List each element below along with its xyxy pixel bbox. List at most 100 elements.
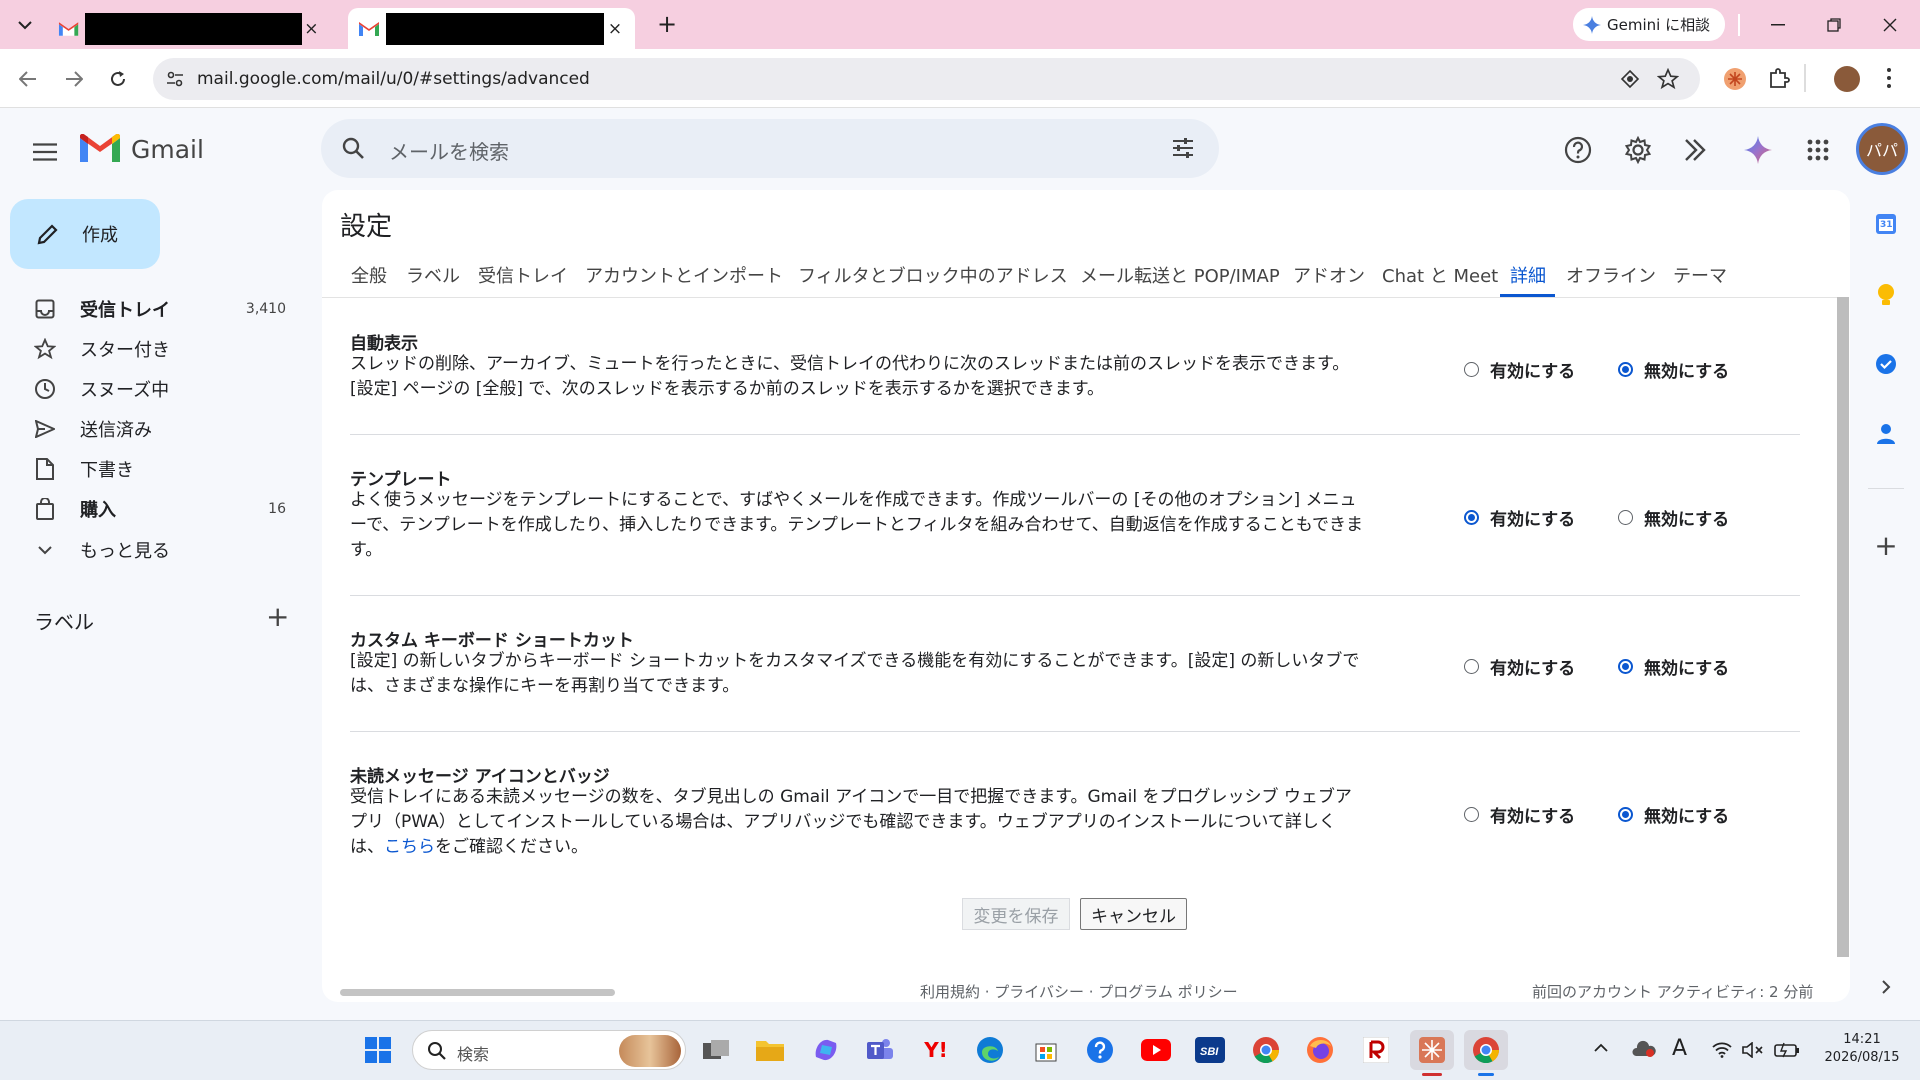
windows-start-icon[interactable] (358, 1030, 398, 1070)
tab-inbox[interactable]: 受信トレイ (478, 262, 568, 288)
site-info-icon[interactable] (165, 69, 185, 89)
extensions-puzzle-icon[interactable] (1767, 66, 1791, 90)
radio-disable-templates[interactable]: 無効にする (1618, 505, 1729, 530)
forward-arrow-icon[interactable] (54, 59, 94, 99)
tray-overflow-chevron-icon[interactable] (1594, 1043, 1608, 1053)
main-menu-icon[interactable] (24, 131, 66, 173)
wifi-icon[interactable] (1712, 1042, 1732, 1058)
search-icon[interactable] (341, 136, 365, 160)
microsoft-store-icon[interactable] (1026, 1030, 1066, 1070)
gemini-features-icon[interactable] (1674, 128, 1718, 172)
sidebar-item-more[interactable]: もっと見る (0, 530, 300, 570)
ime-mode-indicator[interactable]: A (1672, 1036, 1687, 1061)
close-window-button[interactable] (1862, 0, 1918, 49)
radio-button[interactable] (1464, 659, 1479, 674)
account-avatar[interactable]: パパ (1856, 123, 1908, 175)
radio-disable-unread-badge[interactable]: 無効にする (1618, 802, 1729, 827)
add-addon-button[interactable]: + (1871, 529, 1901, 562)
tab-addons[interactable]: アドオン (1293, 262, 1365, 288)
restore-button[interactable] (1806, 0, 1862, 49)
footer-links[interactable]: 利用規約 · プライバシー · プログラム ポリシー (920, 981, 1238, 1002)
copilot-icon[interactable] (806, 1030, 846, 1070)
mail-search-bar[interactable]: メールを検索 (321, 119, 1219, 178)
radio-button-selected[interactable] (1618, 362, 1633, 377)
radio-button-selected[interactable] (1464, 510, 1479, 525)
firefox-icon[interactable] (1300, 1030, 1340, 1070)
tab-accounts-import[interactable]: アカウントとインポート (585, 262, 783, 288)
browser-menu-icon[interactable] (1886, 66, 1892, 90)
radio-disable-auto-advance[interactable]: 無効にする (1618, 357, 1729, 382)
sidebar-item-inbox[interactable]: 受信トレイ 3,410 (0, 289, 300, 329)
taskbar-search[interactable]: 検索 (412, 1030, 686, 1070)
profile-avatar-small[interactable] (1834, 66, 1860, 92)
search-options-icon[interactable] (1171, 136, 1195, 160)
radio-button[interactable] (1618, 510, 1633, 525)
radio-disable-custom-shortcuts[interactable]: 無効にする (1618, 654, 1729, 679)
settings-gear-icon[interactable] (1616, 128, 1660, 172)
contacts-person-icon[interactable] (1871, 419, 1901, 449)
sidebar-item-starred[interactable]: スター付き (0, 329, 300, 369)
task-view-icon[interactable] (696, 1030, 736, 1070)
tab-close-icon[interactable]: × (302, 19, 321, 39)
gmail-logo[interactable]: Gmail (80, 134, 204, 164)
help-icon[interactable] (1556, 128, 1600, 172)
radio-enable-custom-shortcuts[interactable]: 有効にする (1464, 654, 1575, 679)
battery-icon[interactable] (1774, 1042, 1800, 1058)
yahoo-icon[interactable]: Y! (916, 1030, 956, 1070)
taskbar-clock[interactable]: 14:21 2026/08/15 (1812, 1031, 1912, 1067)
tab-filters-blocked[interactable]: フィルタとブロック中のアドレス (798, 262, 1068, 288)
tab-search-chevron-icon[interactable] (10, 10, 40, 40)
file-explorer-icon[interactable] (750, 1030, 790, 1070)
rakuten-icon[interactable] (1356, 1030, 1396, 1070)
cancel-button[interactable]: キャンセル (1080, 898, 1187, 930)
save-changes-button[interactable]: 変更を保存 (962, 898, 1070, 930)
tasks-check-icon[interactable] (1871, 349, 1901, 379)
reload-icon[interactable] (98, 59, 138, 99)
back-arrow-icon[interactable] (8, 59, 48, 99)
minimize-button[interactable] (1750, 0, 1806, 49)
search-input[interactable]: メールを検索 (389, 136, 509, 165)
add-label-button[interactable]: + (266, 600, 289, 633)
horizontal-scrollbar[interactable] (340, 989, 615, 996)
gemini-star-icon[interactable] (1736, 128, 1780, 172)
sbi-icon[interactable]: SBI (1190, 1030, 1230, 1070)
tab-forwarding-pop-imap[interactable]: メール転送と POP/IMAP (1080, 262, 1280, 288)
speaker-muted-icon[interactable] (1742, 1042, 1764, 1058)
gemini-ask-button[interactable]: Gemini に相談 (1573, 8, 1725, 41)
edge-icon[interactable] (970, 1030, 1010, 1070)
compose-button[interactable]: 作成 (10, 199, 160, 269)
radio-enable-templates[interactable]: 有効にする (1464, 505, 1575, 530)
sidebar-item-purchases[interactable]: 購入 16 (0, 489, 300, 529)
sidebar-item-sent[interactable]: 送信済み (0, 409, 300, 449)
tab-general[interactable]: 全般 (351, 262, 387, 288)
address-bar[interactable]: mail.google.com/mail/u/0/#settings/advan… (153, 58, 1700, 100)
chrome-icon[interactable] (1246, 1030, 1286, 1070)
get-help-icon[interactable] (1080, 1030, 1120, 1070)
youtube-icon[interactable] (1136, 1030, 1176, 1070)
onedrive-sync-icon[interactable] (1632, 1040, 1656, 1058)
vertical-scrollbar[interactable] (1837, 297, 1849, 957)
sidebar-item-drafts[interactable]: 下書き (0, 449, 300, 489)
tab-advanced[interactable]: 詳細 (1510, 262, 1546, 288)
keep-lightbulb-icon[interactable] (1871, 280, 1901, 310)
radio-button[interactable] (1464, 362, 1479, 377)
calendar-icon[interactable]: 31 (1871, 209, 1901, 239)
new-tab-button[interactable]: + (652, 10, 682, 40)
lens-icon[interactable] (1620, 69, 1640, 89)
tab-themes[interactable]: テーマ (1673, 262, 1727, 288)
radio-button[interactable] (1464, 807, 1479, 822)
bookmark-star-icon[interactable] (1657, 68, 1679, 90)
last-account-activity[interactable]: 前回のアカウント アクティビティ: 2 分前 (1532, 981, 1813, 1002)
teams-icon[interactable] (860, 1030, 900, 1070)
browser-tab-1[interactable]: × (48, 8, 331, 49)
radio-button-selected[interactable] (1618, 659, 1633, 674)
browser-tab-2-active[interactable]: × (348, 8, 635, 49)
collapse-side-panel-icon[interactable] (1871, 972, 1901, 1002)
radio-button-selected[interactable] (1618, 807, 1633, 822)
tab-chat-meet[interactable]: Chat と Meet (1382, 262, 1498, 288)
radio-enable-unread-badge[interactable]: 有効にする (1464, 802, 1575, 827)
extension-claude-icon[interactable] (1724, 68, 1746, 90)
radio-enable-auto-advance[interactable]: 有効にする (1464, 357, 1575, 382)
taskbar-search-input[interactable]: 検索 (457, 1041, 489, 1065)
tab-labels[interactable]: ラベル (406, 262, 460, 288)
